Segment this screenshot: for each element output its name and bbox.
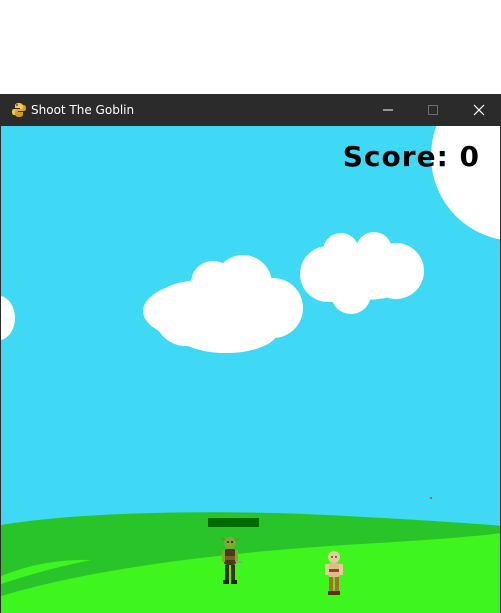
close-button[interactable]	[456, 94, 500, 126]
python-icon	[12, 103, 26, 117]
window-title: Shoot The Goblin	[31, 103, 135, 117]
score-display: Score: 0	[342, 140, 480, 173]
screen: { "window": { "title": "Shoot The Goblin…	[0, 0, 501, 613]
game-canvas[interactable]: Score: 0	[1, 126, 500, 613]
goblin-health-bar	[208, 518, 259, 527]
game-window: Shoot The Goblin Score: 0	[0, 94, 501, 613]
player-icon	[325, 551, 343, 595]
minimize-icon	[383, 109, 393, 111]
close-icon	[473, 104, 485, 116]
maximize-icon	[428, 105, 438, 115]
minimize-button[interactable]	[365, 94, 411, 126]
game-background	[1, 126, 500, 613]
title-bar[interactable]: Shoot The Goblin	[1, 94, 500, 126]
maximize-button[interactable]	[410, 94, 456, 126]
goblin-icon	[219, 537, 242, 584]
